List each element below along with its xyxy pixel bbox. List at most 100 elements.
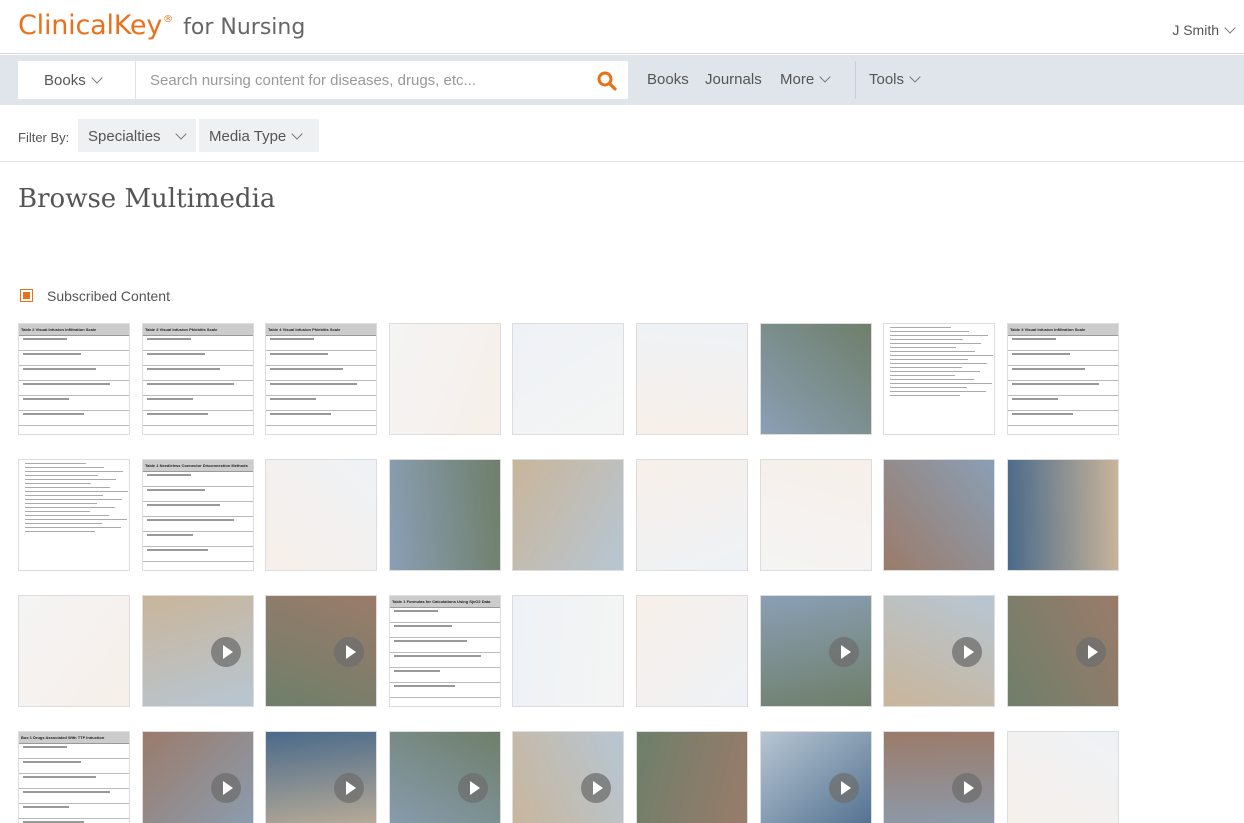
- media-thumbnail[interactable]: [636, 323, 748, 435]
- nav-more-label: More: [780, 71, 815, 88]
- thumbnail-document-line: [25, 523, 102, 524]
- media-thumbnail[interactable]: [636, 731, 748, 823]
- thumbnail-table-title: Table 1 Needleless Connector Disconnecti…: [143, 460, 253, 472]
- play-icon[interactable]: [334, 773, 364, 803]
- thumbnail-table-row: [1008, 338, 1118, 351]
- search-input[interactable]: [148, 61, 588, 99]
- media-thumbnail[interactable]: Table 1 Needleless Connector Disconnecti…: [142, 459, 254, 571]
- thumbnail-table-line: [394, 610, 438, 612]
- thumbnail-table-row: [143, 474, 253, 487]
- thumbnail-table-line: [270, 398, 317, 400]
- play-icon[interactable]: [458, 773, 488, 803]
- media-thumbnail[interactable]: [265, 595, 377, 707]
- play-icon[interactable]: [829, 637, 859, 667]
- media-thumbnail[interactable]: [883, 459, 995, 571]
- clinicalkey-logo[interactable]: ClinicalKey® for Nursing: [18, 10, 305, 41]
- media-thumbnail[interactable]: [265, 459, 377, 571]
- media-thumbnail[interactable]: [760, 731, 872, 823]
- nav-journals[interactable]: Journals: [705, 71, 762, 88]
- media-thumbnail[interactable]: [512, 459, 624, 571]
- nav-more[interactable]: More: [780, 71, 831, 88]
- thumbnail-table-row: [390, 655, 500, 668]
- media-thumbnail[interactable]: [636, 459, 748, 571]
- thumbnail-image: [761, 460, 871, 570]
- thumbnail-document-line: [25, 507, 116, 508]
- media-thumbnail[interactable]: [636, 595, 748, 707]
- thumbnail-table-line: [270, 338, 314, 340]
- thumbnail-table-line: [270, 413, 331, 415]
- play-icon[interactable]: [211, 773, 241, 803]
- play-icon[interactable]: [829, 773, 859, 803]
- search-icon[interactable]: [596, 70, 618, 92]
- media-thumbnail[interactable]: Table 4 Visual Infusion Phlebitis Scale: [265, 323, 377, 435]
- thumbnail-document-line: [25, 527, 121, 528]
- media-thumbnail[interactable]: [883, 323, 995, 435]
- search-scope-label: Books: [44, 72, 86, 89]
- thumbnail-image: [884, 324, 994, 434]
- thumbnail-table-row: [143, 519, 253, 532]
- play-icon[interactable]: [1076, 637, 1106, 667]
- play-icon[interactable]: [334, 637, 364, 667]
- filter-media-type-dropdown[interactable]: Media Type: [199, 119, 319, 152]
- media-thumbnail[interactable]: [18, 595, 130, 707]
- media-thumbnail[interactable]: [389, 323, 501, 435]
- thumbnail-table-row: [19, 806, 129, 819]
- thumbnail-table-line: [147, 519, 234, 521]
- thumbnail-document-line: [25, 467, 105, 468]
- media-thumbnail[interactable]: [1007, 731, 1119, 823]
- media-thumbnail[interactable]: [389, 731, 501, 823]
- play-icon[interactable]: [211, 637, 241, 667]
- thumbnail-table-line: [1012, 368, 1085, 370]
- thumbnail-document-line: [890, 343, 982, 344]
- subscribed-content-legend: Subscribed Content: [20, 288, 170, 304]
- thumbnail-table-row: [266, 398, 376, 411]
- thumbnail-table-row: [19, 353, 129, 366]
- thumbnail-table-line: [23, 353, 82, 355]
- thumbnail-table-title: Box 1 Drugs Associated With TTP Inductio…: [19, 732, 129, 744]
- play-icon[interactable]: [952, 773, 982, 803]
- filter-specialties-dropdown[interactable]: Specialties: [78, 119, 196, 152]
- thumbnail-document-line: [890, 367, 962, 368]
- thumbnail-document-line: [890, 383, 993, 384]
- media-thumbnail[interactable]: [760, 595, 872, 707]
- logo-registered-mark: ®: [163, 14, 174, 25]
- nav-tools[interactable]: Tools: [869, 71, 921, 88]
- thumbnail-document-line: [25, 491, 129, 492]
- user-name: J Smith: [1172, 22, 1219, 38]
- media-thumbnail[interactable]: [142, 731, 254, 823]
- thumbnail-table-line: [147, 489, 206, 491]
- media-thumbnail[interactable]: [883, 595, 995, 707]
- media-thumbnail[interactable]: [512, 731, 624, 823]
- thumbnail-document-line: [890, 387, 967, 388]
- thumbnail-table-line: [147, 504, 220, 506]
- media-thumbnail[interactable]: [18, 459, 130, 571]
- nav-books[interactable]: Books: [647, 71, 689, 88]
- thumbnail-table-row: [19, 791, 129, 804]
- play-icon[interactable]: [581, 773, 611, 803]
- thumbnail-table-line: [23, 746, 67, 748]
- media-thumbnail[interactable]: Box 1 Drugs Associated With TTP Inductio…: [18, 731, 130, 823]
- media-thumbnail[interactable]: [760, 459, 872, 571]
- play-icon[interactable]: [952, 637, 982, 667]
- media-thumbnail[interactable]: Table 3 Visual Infusion Infiltration Sca…: [1007, 323, 1119, 435]
- user-menu[interactable]: J Smith: [1172, 22, 1236, 38]
- media-thumbnail[interactable]: Table 2 Visual Infusion Infiltration Sca…: [18, 323, 130, 435]
- media-thumbnail[interactable]: [265, 731, 377, 823]
- thumbnail-document-line: [890, 339, 963, 340]
- media-thumbnail[interactable]: [1007, 595, 1119, 707]
- media-thumbnail[interactable]: [883, 731, 995, 823]
- media-thumbnail[interactable]: [512, 323, 624, 435]
- thumbnail-table-row: [19, 398, 129, 411]
- media-thumbnail[interactable]: [512, 595, 624, 707]
- media-thumbnail[interactable]: [1007, 459, 1119, 571]
- media-thumbnail[interactable]: [142, 595, 254, 707]
- thumbnail-image: [513, 460, 623, 570]
- media-thumbnail[interactable]: [760, 323, 872, 435]
- filter-bar: Filter By: Specialties Media Type: [0, 118, 1244, 162]
- media-thumbnail[interactable]: Table 3 Visual Infusion Phlebitis Scale: [142, 323, 254, 435]
- search-scope-dropdown[interactable]: Books: [18, 61, 136, 99]
- subscribed-label: Subscribed Content: [47, 288, 170, 304]
- thumbnail-document-line: [890, 347, 956, 348]
- media-thumbnail[interactable]: Table 1 Formulas for Calculations Using …: [389, 595, 501, 707]
- media-thumbnail[interactable]: [389, 459, 501, 571]
